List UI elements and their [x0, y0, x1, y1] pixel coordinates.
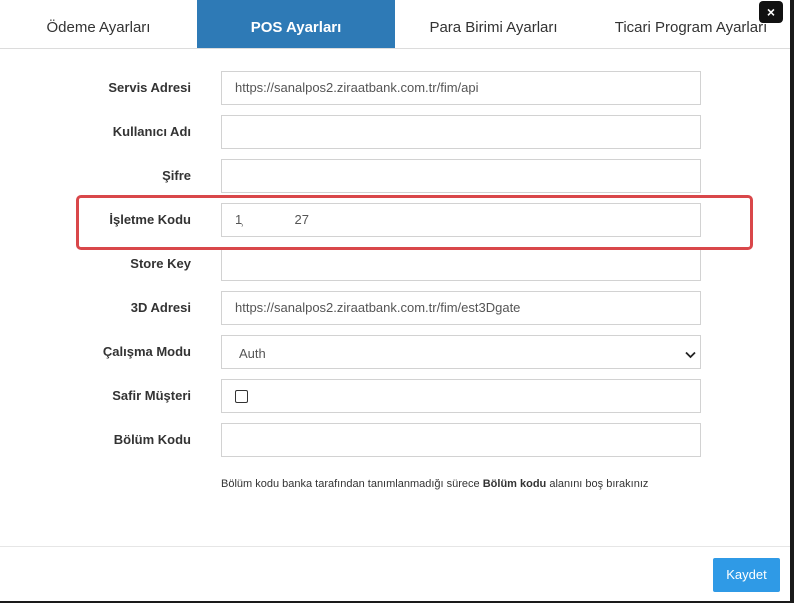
servis-adresi-input[interactable]: https://sanalpos2.ziraatbank.com.tr/fim/… — [221, 71, 701, 105]
row-calisma-modu: Çalışma Modu Auth — [0, 335, 790, 369]
row-store-key: Store Key — [0, 247, 790, 281]
sifre-label: Şifre — [162, 168, 191, 183]
hint-text-after: alanını boş bırakınız — [546, 478, 649, 490]
bolum-kodu-hint: Bölüm kodu banka tarafından tanımlanmadı… — [221, 478, 648, 490]
tab-odeme-ayarlari[interactable]: Ödeme Ayarları — [0, 0, 197, 48]
row-servis-adresi: Servis Adresi https://sanalpos2.ziraatba… — [0, 71, 790, 105]
isletme-kodu-label: İşletme Kodu — [109, 212, 191, 227]
close-icon[interactable]: × — [759, 1, 783, 23]
isletme-kodu-value-start: 1̹ — [235, 212, 243, 227]
safir-musteri-field — [221, 379, 701, 413]
chevron-down-icon — [685, 336, 696, 372]
kullanici-adi-label: Kullanıcı Adı — [112, 124, 191, 139]
bolum-kodu-label: Bölüm Kodu — [113, 432, 191, 447]
row-3d-adresi: 3D Adresi https://sanalpos2.ziraatbank.c… — [0, 291, 790, 325]
3d-adresi-label: 3D Adresi — [130, 300, 191, 315]
servis-adresi-label: Servis Adresi — [108, 80, 191, 95]
bolum-kodu-input[interactable] — [221, 423, 701, 457]
row-kullanici-adi: Kullanıcı Adı — [0, 115, 790, 149]
pos-settings-modal: Ödeme Ayarları POS Ayarları Para Birimi … — [0, 0, 790, 601]
isletme-kodu-value-end: 27 — [294, 212, 309, 227]
isletme-kodu-input[interactable]: 1̹ 27 — [221, 203, 701, 237]
footer-divider — [0, 546, 790, 547]
save-button[interactable]: Kaydet — [713, 558, 780, 592]
calisma-modu-selected: Auth — [239, 346, 266, 361]
row-bolum-kodu: Bölüm Kodu — [0, 423, 790, 457]
safir-musteri-label: Safir Müşteri — [112, 388, 191, 403]
store-key-label: Store Key — [130, 256, 191, 271]
tab-para-birimi-ayarlari[interactable]: Para Birimi Ayarları — [395, 0, 592, 48]
row-safir-musteri: Safir Müşteri — [0, 379, 790, 413]
tab-pos-ayarlari[interactable]: POS Ayarları — [197, 0, 395, 48]
3d-adresi-input[interactable]: https://sanalpos2.ziraatbank.com.tr/fim/… — [221, 291, 701, 325]
hint-text-bold: Bölüm kodu — [482, 478, 547, 490]
calisma-modu-select[interactable]: Auth — [221, 335, 701, 369]
calisma-modu-label: Çalışma Modu — [102, 344, 191, 359]
store-key-input[interactable] — [221, 247, 701, 281]
settings-tabs: Ödeme Ayarları POS Ayarları Para Birimi … — [0, 0, 790, 49]
kullanici-adi-input[interactable] — [221, 115, 701, 149]
row-sifre: Şifre — [0, 159, 790, 193]
sifre-input[interactable] — [221, 159, 701, 193]
hint-text-before: Bölüm kodu banka tarafından tanımlanmadı… — [221, 478, 483, 490]
safir-musteri-checkbox[interactable] — [235, 390, 248, 403]
row-isletme-kodu: İşletme Kodu 1̹ 27 — [0, 203, 790, 237]
